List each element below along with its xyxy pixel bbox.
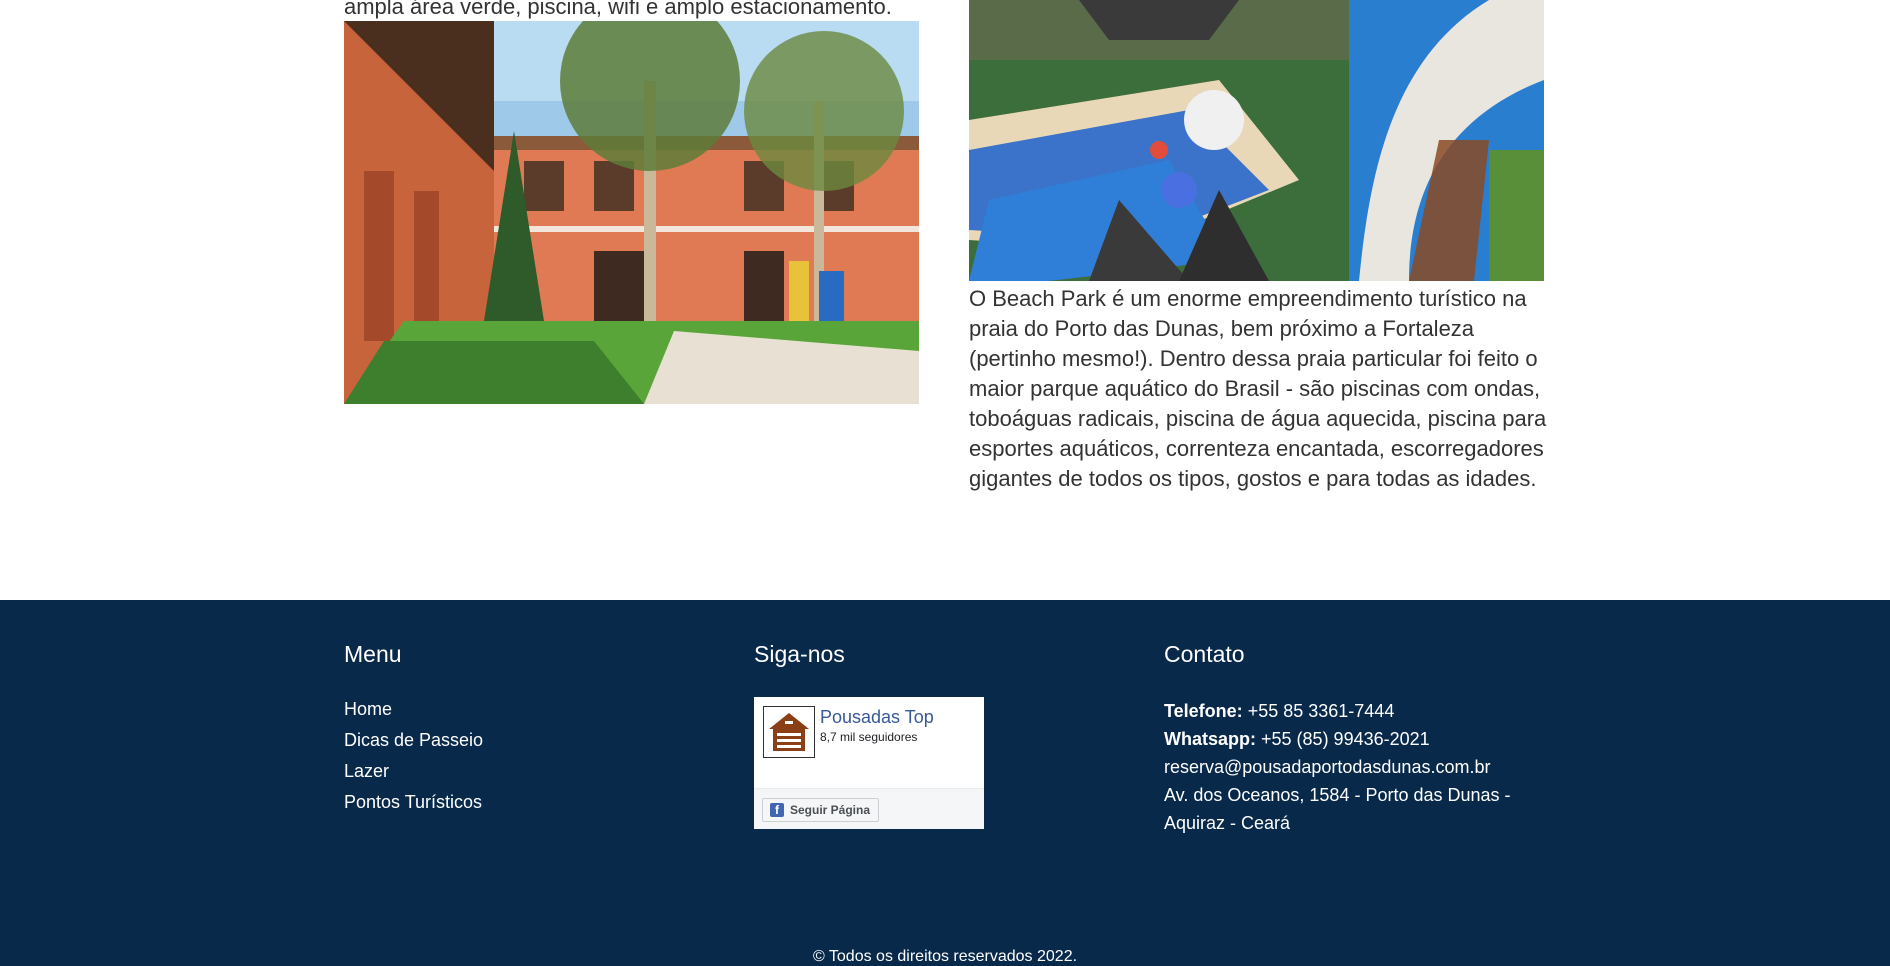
footer-social-title: Siga-nos xyxy=(754,641,845,667)
cabin-logo-icon[interactable] xyxy=(763,706,815,758)
site-footer: Menu Home Dicas de Passeio Lazer Pontos … xyxy=(0,600,1890,966)
footer-menu-item: Pontos Turísticos xyxy=(344,787,483,818)
phone-label: Telefone: xyxy=(1164,701,1243,721)
contact-whatsapp-line: Whatsapp: +55 (85) 99436-2021 xyxy=(1164,725,1544,753)
phone-number[interactable]: +55 85 3361-7444 xyxy=(1248,701,1395,721)
pousada-description-text: ampla área verde, piscina, wifi e amplo … xyxy=(344,0,892,19)
pousada-courtyard-photo xyxy=(344,21,919,404)
footer-link-pontos-turisticos[interactable]: Pontos Turísticos xyxy=(344,792,482,812)
contact-info: Telefone: +55 85 3361-7444 Whatsapp: +55… xyxy=(1164,697,1544,837)
footer-link-dicas-de-passeio[interactable]: Dicas de Passeio xyxy=(344,730,483,750)
footer-menu-title: Menu xyxy=(344,641,402,667)
facebook-page-widget: Pousadas Top 8,7 mil seguidores f Seguir… xyxy=(754,697,984,829)
contact-address-line2: Aquiraz - Ceará xyxy=(1164,813,1291,833)
beach-park-aerial-photo xyxy=(969,0,1544,281)
beach-park-description-text: O Beach Park é um enorme empreendimento … xyxy=(969,286,1547,491)
footer-menu-list: Home Dicas de Passeio Lazer Pontos Turís… xyxy=(344,694,483,818)
follow-page-button[interactable]: f Seguir Página xyxy=(762,798,880,822)
copyright-text: © Todos os direitos reservados 2022. xyxy=(812,948,1078,965)
contact-address-line1: Av. dos Oceanos, 1584 - Porto das Dunas … xyxy=(1164,785,1511,805)
footer-menu-item: Lazer xyxy=(344,756,483,787)
footer-menu-item: Dicas de Passeio xyxy=(344,725,483,756)
follow-page-label: Seguir Página xyxy=(790,803,871,817)
whatsapp-label: Whatsapp: xyxy=(1164,729,1256,749)
footer-menu-item: Home xyxy=(344,694,483,725)
contact-email[interactable]: reserva@pousadaportodasdunas.com.br xyxy=(1164,753,1544,781)
facebook-page-name[interactable]: Pousadas Top xyxy=(820,707,934,728)
footer-link-home[interactable]: Home xyxy=(344,699,392,719)
contact-phone-line: Telefone: +55 85 3361-7444 xyxy=(1164,697,1544,725)
facebook-icon: f xyxy=(770,803,784,817)
facebook-action-bar: f Seguir Página xyxy=(754,788,984,829)
footer-link-lazer[interactable]: Lazer xyxy=(344,761,389,781)
facebook-followers-count: 8,7 mil seguidores xyxy=(820,730,918,744)
footer-contact-title: Contato xyxy=(1164,641,1245,667)
whatsapp-number[interactable]: +55 (85) 99436-2021 xyxy=(1261,729,1430,749)
